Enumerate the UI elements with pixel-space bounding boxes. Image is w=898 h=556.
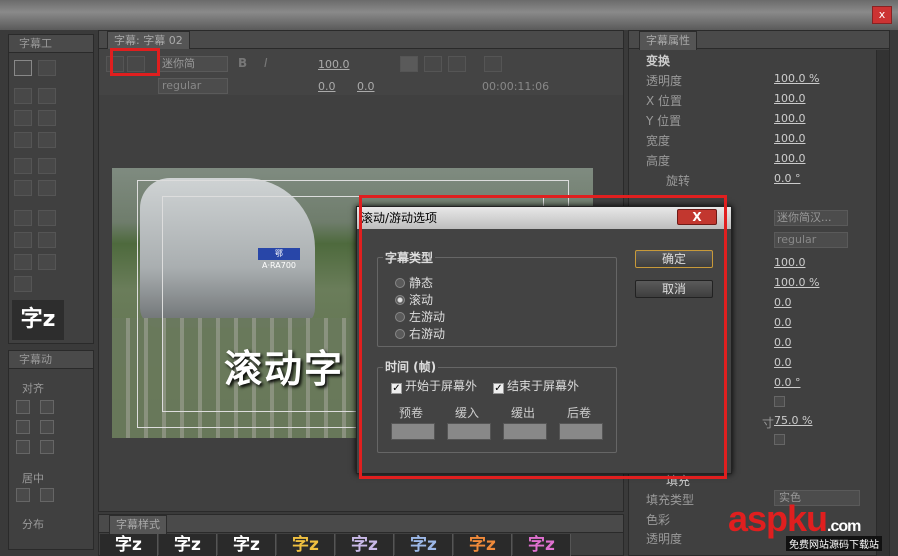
text-style-preview: 字z: [12, 300, 64, 340]
align-center-text-icon[interactable]: [424, 56, 442, 72]
properties-panel-header: 字幕属性: [629, 31, 889, 50]
prop-value[interactable]: 100.0: [774, 256, 806, 269]
style-thumb[interactable]: 字z: [395, 534, 453, 556]
vertical-area-type-tool-icon[interactable]: [38, 110, 56, 126]
font-size-value[interactable]: 100.0: [318, 58, 350, 71]
prop-value[interactable]: 0.0: [774, 356, 792, 369]
scale-label: 寸: [762, 416, 775, 430]
align-label: 对齐: [22, 382, 44, 395]
ellipse-tool-icon[interactable]: [14, 232, 32, 248]
convert-anchor-tool-icon[interactable]: [38, 180, 56, 196]
prop-value[interactable]: 100.0: [774, 152, 806, 165]
type-tool-icon[interactable]: [14, 88, 32, 104]
center-vertical-icon[interactable]: [40, 488, 54, 502]
style-thumb[interactable]: 字z: [100, 534, 158, 556]
rounded-corner-tool-icon[interactable]: [38, 232, 56, 248]
window-close-button[interactable]: x: [872, 6, 892, 24]
prop-style-select[interactable]: regular: [774, 232, 848, 248]
path-type-tool-icon[interactable]: [14, 132, 32, 148]
line-tool-icon[interactable]: [14, 276, 32, 292]
align-left-text-icon[interactable]: [400, 56, 418, 72]
properties-panel-title[interactable]: 字幕属性: [639, 31, 697, 50]
prop-checkbox[interactable]: [774, 396, 785, 407]
prop-value[interactable]: 0.0: [774, 336, 792, 349]
timecode[interactable]: 00:00:11:06: [482, 80, 549, 93]
show-background-video-icon[interactable]: [484, 56, 502, 72]
prop-value[interactable]: 0.0 °: [774, 376, 801, 389]
style-thumb[interactable]: 字z: [513, 534, 571, 556]
prop-label: Y 位置: [646, 114, 682, 128]
rectangle-tool-icon[interactable]: [14, 210, 32, 226]
tool-grid: [14, 60, 88, 300]
vertical-path-type-tool-icon[interactable]: [38, 132, 56, 148]
prop-checkbox[interactable]: [774, 434, 785, 445]
prop-label: 旋转: [666, 174, 691, 188]
delete-anchor-tool-icon[interactable]: [38, 158, 56, 174]
align-middle-icon[interactable]: [16, 440, 30, 454]
prop-value[interactable]: 100.0: [774, 132, 806, 145]
watermark-tagline: 免费网站源码下载站: [786, 536, 882, 551]
highlight-roll-crawl-button: [110, 48, 160, 76]
title-panel-header: 字幕: 字幕 02: [99, 31, 623, 50]
center-label: 居中: [22, 472, 44, 485]
align-top-icon[interactable]: [40, 420, 54, 434]
style-thumb[interactable]: 字z: [218, 534, 276, 556]
font-family-select[interactable]: 迷你简: [158, 56, 228, 72]
fill-type-label: 填充类型: [646, 493, 695, 507]
add-anchor-tool-icon[interactable]: [14, 180, 32, 196]
align-right-text-icon[interactable]: [448, 56, 466, 72]
prop-value[interactable]: 0.0: [774, 316, 792, 329]
prop-label: 透明度: [646, 74, 683, 88]
prop-value[interactable]: 100.0: [774, 92, 806, 105]
center-horizontal-icon[interactable]: [16, 488, 30, 502]
rotate-tool-icon[interactable]: [38, 60, 56, 76]
color-label: 色彩: [646, 513, 671, 527]
watermark-brand: aspku: [728, 498, 828, 539]
prop-value[interactable]: 100.0 %: [774, 72, 819, 85]
rounded-rectangle-tool-icon[interactable]: [38, 210, 56, 226]
tools-panel-header: 字幕工: [9, 35, 93, 53]
bold-button[interactable]: B: [238, 56, 247, 70]
style-thumb[interactable]: 字z: [277, 534, 335, 556]
prop-label: X 位置: [646, 94, 683, 108]
selection-tool-icon[interactable]: [14, 60, 32, 76]
fill-opacity-label: 透明度: [646, 532, 683, 546]
styles-panel-header: 字幕样式: [99, 515, 623, 534]
prop-font-select[interactable]: 迷你简汉...: [774, 210, 848, 226]
kerning-value[interactable]: 0.0: [318, 80, 336, 93]
prop-value[interactable]: 0.0: [774, 296, 792, 309]
vertical-type-tool-icon[interactable]: [38, 88, 56, 104]
align-left-icon[interactable]: [16, 400, 30, 414]
area-type-tool-icon[interactable]: [14, 110, 32, 126]
prop-value[interactable]: 100.0: [774, 112, 806, 125]
align-right-icon[interactable]: [16, 420, 30, 434]
wedge-tool-icon[interactable]: [14, 254, 32, 270]
properties-scrollbar[interactable]: [876, 50, 889, 556]
align-bottom-icon[interactable]: [40, 440, 54, 454]
window-top-bar: [0, 0, 898, 30]
pen-tool-icon[interactable]: [14, 158, 32, 174]
style-thumb[interactable]: 字z: [336, 534, 394, 556]
actions-panel-title: 字幕动: [19, 353, 52, 366]
transform-section[interactable]: 变换: [646, 52, 670, 69]
watermark-suffix: .com: [827, 518, 861, 535]
prop-label: 高度: [646, 154, 671, 168]
arc-tool-icon[interactable]: [38, 254, 56, 270]
prop-value[interactable]: 100.0 %: [774, 276, 819, 289]
italic-button[interactable]: I: [264, 56, 268, 70]
align-center-h-icon[interactable]: [40, 400, 54, 414]
prop-value[interactable]: 0.0 °: [774, 172, 801, 185]
scale-value[interactable]: 75.0 %: [774, 414, 812, 427]
leading-value[interactable]: 0.0: [357, 80, 375, 93]
tools-panel-title: 字幕工: [19, 37, 52, 50]
actions-panel-header: 字幕动: [9, 351, 93, 369]
highlight-dialog: [359, 195, 727, 479]
styles-panel-title[interactable]: 字幕样式: [109, 515, 167, 534]
style-thumb[interactable]: 字z: [159, 534, 217, 556]
watermark-logo: aspku.com: [728, 498, 861, 540]
style-thumb[interactable]: 字z: [454, 534, 512, 556]
prop-label: 宽度: [646, 134, 671, 148]
distribute-label: 分布: [22, 518, 44, 531]
font-style-select[interactable]: regular: [158, 78, 228, 94]
